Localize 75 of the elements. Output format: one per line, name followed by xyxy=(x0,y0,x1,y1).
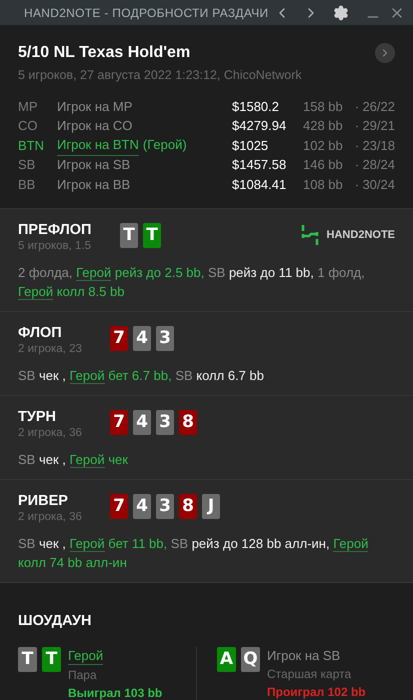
hand-combination: Пара xyxy=(68,667,98,684)
playing-card: J xyxy=(202,494,220,520)
logo-text: HAND2NOTE xyxy=(326,228,395,243)
player-stack-bb: 428 bb xyxy=(303,117,344,136)
hand-result: Проиграл 102 bb xyxy=(267,684,366,700)
separator-dot: · xyxy=(354,176,360,194)
player-stack: $1457.58 xyxy=(232,156,288,174)
playing-card: 4 xyxy=(133,326,151,352)
player-stack-bb: 158 bb xyxy=(303,98,344,116)
street-title: ФЛОП xyxy=(18,324,63,342)
next-button[interactable] xyxy=(375,43,395,63)
action-line: 2 фолда, Герой рейз до 2.5 bb, SB рейз до 11 bb, 1 фолд, Герой колл 8.5 bb xyxy=(18,264,366,302)
separator-dot: · xyxy=(354,98,360,116)
showdown-player: Игрок на SB xyxy=(267,647,342,664)
action-line: SB чек , Герой бет 6.7 bb, SB колл 6.7 bb xyxy=(18,367,265,386)
player-stack: $4279.94 xyxy=(232,117,288,136)
player-position: MP xyxy=(18,98,38,116)
player-stack: $1580.2 xyxy=(232,98,280,116)
player-name[interactable]: Игрок на MP xyxy=(57,96,132,116)
player-name[interactable]: Игрок на BB xyxy=(57,174,130,194)
playing-card: 8 xyxy=(179,494,197,520)
action-line: SB чек , Герой бет 11 bb, SB рейз до 128 bb алл-ин, Герой колл 74 bb алл-ин xyxy=(18,535,370,572)
playing-card: 3 xyxy=(156,326,174,352)
playing-card: Q xyxy=(241,647,260,672)
player-stack-bb: 146 bb xyxy=(303,156,344,174)
showdown-player[interactable]: Герой xyxy=(68,647,104,665)
player-position: SB xyxy=(18,156,36,174)
street-info: 2 игрока, 23 xyxy=(18,342,83,358)
playing-card: 3 xyxy=(156,410,174,436)
showdown-title: ШОУДАУН xyxy=(18,612,93,632)
window-title: HAND2NOTE - ПОДРОБНОСТИ РАЗДАЧИ xyxy=(24,4,270,22)
player-position: BTN xyxy=(18,136,45,155)
street-title: ПРЕФЛОП xyxy=(18,221,92,240)
playing-card: A xyxy=(217,647,236,672)
street-info: 5 игроков, 1.5 xyxy=(18,239,92,254)
street-info: 2 игрока, 36 xyxy=(18,510,83,526)
playing-card: 7 xyxy=(110,410,128,436)
playing-card: T xyxy=(143,223,161,248)
player-name[interactable]: Игрок на CO xyxy=(57,116,132,136)
logo-icon xyxy=(300,225,319,246)
player-stats: 28/24 xyxy=(361,156,395,174)
player-stack-bb: 108 bb xyxy=(303,176,344,194)
playing-card: 7 xyxy=(110,326,128,352)
player-stack: $1084.41 xyxy=(232,176,288,194)
hand-combination: Старшая карта xyxy=(267,666,352,683)
player-stats: 30/24 xyxy=(361,176,395,194)
player-name[interactable]: Игрок на BTN xyxy=(57,135,139,156)
playing-card: 4 xyxy=(133,410,151,436)
playing-card: 3 xyxy=(156,494,174,520)
separator-dot: · xyxy=(354,117,360,136)
player-stats: 29/21 xyxy=(361,117,395,136)
playing-card: T xyxy=(120,223,138,248)
playing-card: T xyxy=(42,647,61,672)
street-title: ТУРН xyxy=(18,408,58,426)
player-position: BB xyxy=(18,176,36,194)
street-info: 2 игрока, 36 xyxy=(18,426,83,442)
player-position: CO xyxy=(18,117,38,136)
action-line: SB чек , Герой чек xyxy=(18,451,129,470)
playing-card: 7 xyxy=(110,494,128,520)
player-stats: 26/22 xyxy=(361,98,395,116)
player-stats: 23/18 xyxy=(361,136,395,155)
hand-result: Выиграл 103 bb xyxy=(68,685,162,700)
hero-tag: (Герой) xyxy=(142,135,187,156)
playing-card: 8 xyxy=(179,410,197,436)
hand-subtitle: 5 игроков, 27 августа 2022 1:23:12, ChicoNetwork xyxy=(18,67,303,84)
playing-card: 4 xyxy=(133,494,151,520)
player-stack-bb: 102 bb xyxy=(303,136,344,155)
settings-icon[interactable] xyxy=(333,4,349,20)
hand-title: 5/10 NL Texas Hold'em xyxy=(18,43,192,63)
player-stack: $1025 xyxy=(232,136,270,155)
street-title: РИВЕР xyxy=(18,492,69,510)
separator-dot: · xyxy=(354,156,360,174)
playing-card: T xyxy=(18,647,37,672)
player-name[interactable]: Игрок на SB xyxy=(57,155,130,175)
separator-dot: · xyxy=(354,136,360,155)
